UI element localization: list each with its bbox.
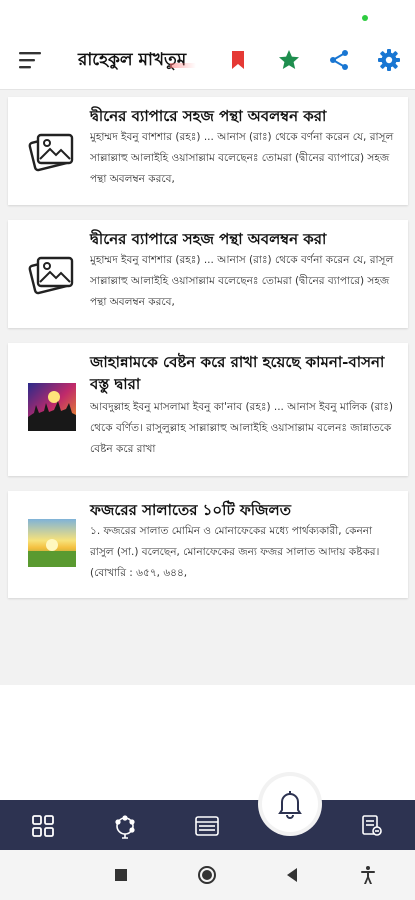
accessibility-icon[interactable] (357, 864, 379, 886)
hamburger-menu-icon[interactable] (16, 46, 44, 74)
bottom-navigation (0, 800, 415, 850)
home-icon[interactable] (196, 864, 218, 886)
tasbih-icon[interactable] (110, 811, 140, 841)
post-excerpt: আবদুল্লাহ ইবনু মাসলামা ইবনু কা'নাব (রহঃ)… (90, 401, 393, 455)
empty-area (0, 685, 415, 800)
post-card[interactable]: দ্বীনের ব্যাপারে সহজ পন্থা অবলম্বন করা ম… (8, 97, 408, 205)
post-card[interactable]: জাহান্নামকে বেষ্টন করে রাখা হয়েছে কামনা… (8, 343, 408, 476)
post-title: দ্বীনের ব্যাপারে সহজ পন্থা অবলম্বন করা (90, 107, 327, 125)
calendar-icon[interactable] (192, 811, 222, 841)
image-placeholder-icon (28, 250, 76, 298)
back-icon[interactable] (281, 864, 303, 886)
image-placeholder-icon (28, 127, 76, 175)
post-excerpt: ১. ফজরের সালাত মোমিন ও মোনাফেকের মধ্যে প… (90, 525, 380, 579)
bell-icon (278, 791, 302, 819)
document-icon[interactable] (357, 811, 387, 841)
share-icon[interactable] (325, 46, 353, 74)
notification-dot (362, 15, 368, 21)
post-title: দ্বীনের ব্যাপারে সহজ পন্থা অবলম্বন করা (90, 230, 327, 248)
bookmark-icon[interactable] (224, 46, 252, 74)
post-title: ফজরের সালাতের ১০টি ফজিলত (90, 501, 291, 519)
post-excerpt: মুহাম্মদ ইবনু বাশশার (রহঃ) ... আনাস (রাঃ… (90, 254, 394, 308)
post-title: জাহান্নামকে বেষ্টন করে রাখা হয়েছে কামনা… (90, 353, 385, 393)
gear-icon[interactable] (375, 46, 403, 74)
post-card[interactable]: দ্বীনের ব্যাপারে সহজ পন্থা অবলম্বন করা ম… (8, 220, 408, 328)
notification-button[interactable] (262, 776, 318, 832)
crowd-photo-thumbnail (28, 383, 76, 431)
app-bar: রাহেকুল মাখতুম (0, 34, 415, 90)
system-navigation-bar (0, 850, 415, 900)
post-excerpt: মুহাম্মদ ইবনু বাশশার (রহঃ) ... আনাস (রাঃ… (90, 131, 394, 185)
post-card[interactable]: ফজরের সালাতের ১০টি ফজিলত ১. ফজরের সালাত … (8, 491, 408, 598)
star-icon[interactable] (275, 46, 303, 74)
grid-icon[interactable] (28, 811, 58, 841)
status-bar (0, 0, 415, 34)
recents-icon[interactable] (110, 864, 132, 886)
sunrise-photo-thumbnail (28, 519, 76, 567)
app-title: রাহেকুল মাখতুম (78, 47, 197, 75)
